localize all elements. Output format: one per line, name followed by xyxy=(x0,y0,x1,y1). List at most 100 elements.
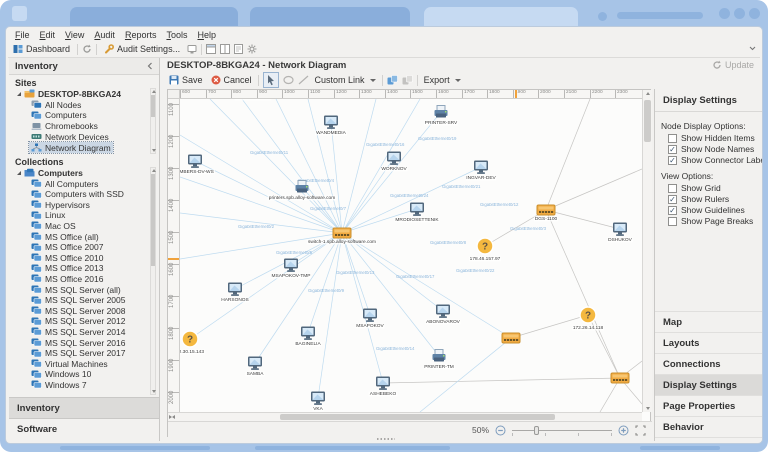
checkbox-show-grid[interactable]: Show Grid xyxy=(668,183,758,193)
tree-item-computers[interactable]: Computers xyxy=(29,110,89,121)
panel-section-page-properties[interactable]: Page Properties xyxy=(655,396,762,417)
window-split-icon[interactable] xyxy=(220,44,231,54)
refresh-icon[interactable] xyxy=(82,44,92,54)
tree-item-ms-sql-server-2012[interactable]: MS SQL Server 2012 xyxy=(29,316,127,327)
tree-item-ms-sql-server-2017[interactable]: MS SQL Server 2017 xyxy=(29,348,127,359)
panel-section-display-settings[interactable]: Display Settings xyxy=(655,375,762,396)
expander-icon[interactable] xyxy=(17,170,21,175)
panel-section-layouts[interactable]: Layouts xyxy=(655,333,762,354)
slider-handle[interactable] xyxy=(534,425,539,435)
remove-link-icon[interactable] xyxy=(402,75,413,85)
zoom-slider[interactable] xyxy=(512,425,612,436)
monitor-icon[interactable] xyxy=(187,44,197,54)
checkbox-show-page-breaks[interactable]: Show Page Breaks xyxy=(668,216,758,226)
scrollbar-thumb[interactable] xyxy=(280,414,555,420)
scroll-up-icon[interactable] xyxy=(152,169,156,172)
tree-item-ms-office-2010[interactable]: MS Office 2010 xyxy=(29,252,105,263)
scroll-up-icon[interactable] xyxy=(646,92,650,95)
tree-item-desktop-8bkga24[interactable]: DESKTOP-8BKGA24 xyxy=(15,88,147,99)
sidebar-tab-inventory[interactable]: Inventory xyxy=(9,397,159,418)
scroll-right-icon[interactable] xyxy=(169,415,174,419)
checkbox-unchecked-icon[interactable] xyxy=(668,133,677,143)
menu-audit[interactable]: Audit xyxy=(89,30,120,40)
gear-icon[interactable] xyxy=(247,44,257,54)
vertical-scrollbar[interactable] xyxy=(642,90,652,412)
pointer-tool-button[interactable] xyxy=(262,72,279,88)
sites-scrollbar[interactable] xyxy=(150,88,156,154)
tree-item-hypervisors[interactable]: Hypervisors xyxy=(29,199,92,210)
checkbox-checked-icon[interactable]: ✓ xyxy=(668,194,677,204)
tree-item-network-devices[interactable]: Network Devices xyxy=(29,131,111,142)
scrollbar-thumb[interactable] xyxy=(644,100,651,142)
tree-item-ms-office-2007[interactable]: MS Office 2007 xyxy=(29,242,105,253)
menu-edit[interactable]: Edit xyxy=(35,30,61,40)
collections-scrollbar[interactable] xyxy=(150,167,156,395)
collapse-sidebar-icon[interactable] xyxy=(147,62,153,70)
panel-section-map[interactable]: Map xyxy=(655,312,762,333)
checkbox-unchecked-icon[interactable] xyxy=(668,183,677,193)
tree-item-ms-sql-server-2014[interactable]: MS SQL Server 2014 xyxy=(29,326,127,337)
tree-item-all-nodes[interactable]: All Nodes xyxy=(29,99,83,110)
window-add-icon[interactable] xyxy=(206,44,217,54)
toolbar-overflow-chevron-icon[interactable] xyxy=(749,46,756,51)
scroll-down-icon[interactable] xyxy=(152,390,156,393)
panel-section-behavior[interactable]: Behavior xyxy=(655,417,762,438)
scroll-down-icon[interactable] xyxy=(152,149,156,152)
update-button[interactable]: Update xyxy=(712,60,754,70)
menu-file[interactable]: File xyxy=(10,30,35,40)
diagram-content[interactable]: GigabitEthernet0/11 GigabitEthernet0/4 Gig… xyxy=(180,99,642,412)
tree-item-linux[interactable]: Linux xyxy=(29,210,67,221)
save-button[interactable]: Save xyxy=(167,74,205,86)
tree-item-computers[interactable]: Computers xyxy=(15,167,85,178)
checkbox-checked-icon[interactable]: ✓ xyxy=(668,205,677,215)
menu-tools[interactable]: Tools xyxy=(161,30,192,40)
tree-item-chromebooks[interactable]: Chromebooks xyxy=(29,121,100,132)
checkbox-unchecked-icon[interactable] xyxy=(668,216,677,226)
fit-to-screen-icon[interactable] xyxy=(635,424,646,436)
scroll-down-icon[interactable] xyxy=(646,407,650,410)
scroll-up-icon[interactable] xyxy=(152,90,156,93)
tree-item-network-diagram[interactable]: Network Diagram xyxy=(28,141,114,155)
scrollbar-thumb[interactable] xyxy=(151,174,155,266)
checkbox-show-guidelines[interactable]: ✓ Show Guidelines xyxy=(668,205,758,215)
dashboard-button[interactable]: Dashboard xyxy=(10,43,73,55)
expander-icon[interactable] xyxy=(17,91,21,96)
audit-settings-button[interactable]: Audit Settings... xyxy=(101,43,183,55)
scrollbar-thumb[interactable] xyxy=(151,95,155,117)
ellipse-tool-icon[interactable] xyxy=(282,75,294,85)
tree-item-virtual-machines[interactable]: Virtual Machines xyxy=(29,358,110,369)
tree-item-ms-sql-server-2005[interactable]: MS SQL Server 2005 xyxy=(29,295,127,306)
tree-item-mac-os[interactable]: Mac OS xyxy=(29,220,78,231)
tree-item-all-computers[interactable]: All Computers xyxy=(29,178,100,189)
line-tool-icon[interactable] xyxy=(298,75,309,85)
checkbox-show-connector-labels[interactable]: ✓ Show Connector Labels xyxy=(668,155,762,165)
checkbox-checked-icon[interactable]: ✓ xyxy=(668,144,677,154)
tree-item-ms-office-2013[interactable]: MS Office 2013 xyxy=(29,263,105,274)
menu-reports[interactable]: Reports xyxy=(120,30,162,40)
checkbox-show-rulers[interactable]: ✓ Show Rulers xyxy=(668,194,758,204)
custom-link-button[interactable]: Custom Link xyxy=(313,74,378,86)
tree-item-ms-sql-server-2016[interactable]: MS SQL Server 2016 xyxy=(29,337,127,348)
cancel-button[interactable]: Cancel xyxy=(209,74,254,86)
tree-item-windows-7[interactable]: Windows 7 xyxy=(29,379,89,390)
diagram-canvas[interactable]: 600 700 800 900 1000 1100 1200 1300 1400 1500 1600… xyxy=(167,89,652,438)
tree-item-ms-office-2016[interactable]: MS Office 2016 xyxy=(29,273,105,284)
panel-section-connections[interactable]: Connections xyxy=(655,354,762,375)
report-icon[interactable] xyxy=(234,44,244,54)
menu-view[interactable]: View xyxy=(60,30,89,40)
horizontal-scrollbar[interactable] xyxy=(168,412,642,421)
resize-gripper[interactable] xyxy=(377,438,395,440)
tree-item-ms-office-all[interactable]: MS Office (all) xyxy=(29,231,101,242)
export-button[interactable]: Export xyxy=(422,74,463,86)
tree-item-computers-with-ssd[interactable]: Computers with SSD xyxy=(29,189,126,200)
tree-item-ms-sql-server-2008[interactable]: MS SQL Server 2008 xyxy=(29,305,127,316)
zoom-out-icon[interactable] xyxy=(495,425,506,436)
add-link-icon[interactable] xyxy=(387,75,398,85)
menu-help[interactable]: Help xyxy=(192,30,221,40)
checkbox-show-node-names[interactable]: ✓ Show Node Names xyxy=(668,144,758,154)
zoom-in-icon[interactable] xyxy=(618,425,629,436)
checkbox-checked-icon[interactable]: ✓ xyxy=(668,155,677,165)
checkbox-show-hidden-items[interactable]: Show Hidden Items xyxy=(668,133,758,143)
sidebar-tab-software[interactable]: Software xyxy=(9,418,159,439)
tree-item-windows-10[interactable]: Windows 10 xyxy=(29,369,93,380)
